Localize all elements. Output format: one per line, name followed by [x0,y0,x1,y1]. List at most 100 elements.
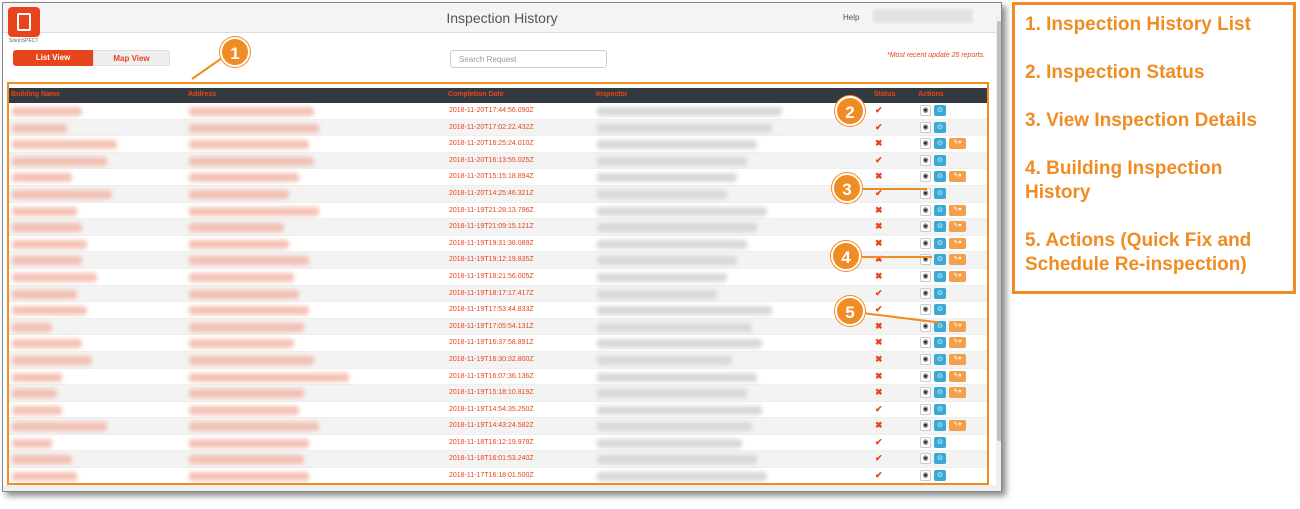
eye-icon[interactable]: ◉ [920,304,931,316]
building-name-cell[interactable] [12,422,107,432]
view-details-button[interactable]: ⊙ [934,270,946,282]
table-row[interactable]: 2018-11-19T16:07:36.136Z ✖ ◉ ⊙ ✎▾ [9,369,987,386]
view-details-button[interactable]: ⊙ [934,304,946,316]
quick-fix-dropdown-button[interactable]: ✎▾ [949,320,966,332]
eye-icon[interactable]: ◉ [920,387,931,399]
help-link[interactable]: Help [843,13,859,22]
view-details-button[interactable]: ⊙ [934,154,946,166]
eye-icon[interactable]: ◉ [920,337,931,349]
eye-icon[interactable]: ◉ [920,453,931,465]
view-details-button[interactable]: ⊙ [934,221,946,233]
building-name-cell[interactable] [12,189,112,199]
eye-icon[interactable]: ◉ [920,221,931,233]
quick-fix-dropdown-button[interactable]: ✎▾ [949,171,966,183]
search-input[interactable] [450,50,607,68]
eye-icon[interactable]: ◉ [920,171,931,183]
quick-fix-dropdown-button[interactable]: ✎▾ [949,270,966,282]
vertical-scrollbar[interactable] [996,15,1001,485]
building-name-cell[interactable] [12,206,77,216]
building-name-cell[interactable] [12,322,52,332]
quick-fix-dropdown-button[interactable]: ✎▾ [949,254,966,266]
table-row[interactable]: 2018-11-19T21:09:15.121Z ✖ ◉ ⊙ ✎▾ [9,219,987,236]
user-menu[interactable] [873,9,973,23]
view-details-button[interactable]: ⊙ [934,138,946,150]
table-row[interactable]: 2018-11-20T16:25:24.010Z ✖ ◉ ⊙ ✎▾ [9,136,987,153]
view-details-button[interactable]: ⊙ [934,187,946,199]
column-completion-date[interactable]: Completion Date [448,91,504,98]
eye-icon[interactable]: ◉ [920,470,931,482]
building-name-cell[interactable] [12,239,87,249]
building-name-cell[interactable] [12,355,92,365]
table-row[interactable]: 2018-11-17T16:18:01.500Z ✔ ◉ ⊙ [9,468,987,483]
building-name-cell[interactable] [12,472,77,482]
view-details-button[interactable]: ⊙ [934,237,946,249]
quick-fix-dropdown-button[interactable]: ✎▾ [949,221,966,233]
building-name-cell[interactable] [12,289,77,299]
building-name-cell[interactable] [12,455,72,465]
scroll-thumb[interactable] [997,21,1001,441]
eye-icon[interactable]: ◉ [920,237,931,249]
eye-icon[interactable]: ◉ [920,154,931,166]
view-details-button[interactable]: ⊙ [934,436,946,448]
view-details-button[interactable]: ⊙ [934,387,946,399]
view-details-button[interactable]: ⊙ [934,105,946,116]
view-details-button[interactable]: ⊙ [934,254,946,266]
eye-icon[interactable]: ◉ [920,270,931,282]
column-inspector[interactable]: Inspector [596,91,628,98]
eye-icon[interactable]: ◉ [920,287,931,299]
view-details-button[interactable]: ⊙ [934,470,946,482]
eye-icon[interactable]: ◉ [920,403,931,415]
building-name-cell[interactable] [12,306,87,316]
table-row[interactable]: 2018-11-19T18:21:56.005Z ✖ ◉ ⊙ ✎▾ [9,269,987,286]
view-details-button[interactable]: ⊙ [934,453,946,465]
building-name-cell[interactable] [12,107,82,116]
table-row[interactable]: 2018-11-19T21:28:13.796Z ✖ ◉ ⊙ ✎▾ [9,203,987,220]
view-details-button[interactable]: ⊙ [934,370,946,382]
table-row[interactable]: 2018-11-19T14:54:35.250Z ✔ ◉ ⊙ [9,402,987,419]
map-view-button[interactable]: Map View [93,50,170,66]
table-row[interactable]: 2018-11-19T15:18:10.819Z ✖ ◉ ⊙ ✎▾ [9,385,987,402]
column-status[interactable]: Status [874,91,895,98]
eye-icon[interactable]: ◉ [920,204,931,216]
building-name-cell[interactable] [12,223,82,233]
building-name-cell[interactable] [12,140,117,150]
table-row[interactable]: 2018-11-19T14:43:24.582Z ✖ ◉ ⊙ ✎▾ [9,418,987,435]
view-details-button[interactable]: ⊙ [934,337,946,349]
view-details-button[interactable]: ⊙ [934,171,946,183]
building-name-cell[interactable] [12,372,62,382]
view-details-button[interactable]: ⊙ [934,403,946,415]
quick-fix-dropdown-button[interactable]: ✎▾ [949,387,966,399]
quick-fix-dropdown-button[interactable]: ✎▾ [949,138,966,150]
eye-icon[interactable]: ◉ [920,436,931,448]
building-name-cell[interactable] [12,173,72,183]
eye-icon[interactable]: ◉ [920,420,931,432]
view-details-button[interactable]: ⊙ [934,121,946,133]
view-details-button[interactable]: ⊙ [934,353,946,365]
column-address[interactable]: Address [188,91,216,98]
horizontal-scrollbar[interactable] [3,485,1001,491]
building-name-cell[interactable] [12,405,62,415]
eye-icon[interactable]: ◉ [920,105,931,116]
table-row[interactable]: 2018-11-20T16:13:55.025Z ✔ ◉ ⊙ [9,152,987,170]
view-details-button[interactable]: ⊙ [934,204,946,216]
view-details-button[interactable]: ⊙ [934,287,946,299]
quick-fix-dropdown-button[interactable]: ✎▾ [949,204,966,216]
quick-fix-dropdown-button[interactable]: ✎▾ [949,237,966,249]
eye-icon[interactable]: ◉ [920,121,931,133]
eye-icon[interactable]: ◉ [920,370,931,382]
building-name-cell[interactable] [12,256,82,266]
quick-fix-dropdown-button[interactable]: ✎▾ [949,420,966,432]
building-name-cell[interactable] [12,156,107,166]
building-name-cell[interactable] [12,389,57,399]
quick-fix-dropdown-button[interactable]: ✎▾ [949,337,966,349]
eye-icon[interactable]: ◉ [920,138,931,150]
table-row[interactable]: 2018-11-18T16:01:53.240Z ✔ ◉ ⊙ [9,451,987,469]
quick-fix-dropdown-button[interactable]: ✎▾ [949,353,966,365]
table-row[interactable]: 2018-11-19T16:30:32.800Z ✖ ◉ ⊙ ✎▾ [9,351,987,369]
building-name-cell[interactable] [12,339,82,349]
building-name-cell[interactable] [12,438,52,448]
building-name-cell[interactable] [12,123,67,133]
table-row[interactable]: 2018-11-19T16:37:58.891Z ✖ ◉ ⊙ ✎▾ [9,335,987,352]
view-details-button[interactable]: ⊙ [934,420,946,432]
quick-fix-dropdown-button[interactable]: ✎▾ [949,370,966,382]
